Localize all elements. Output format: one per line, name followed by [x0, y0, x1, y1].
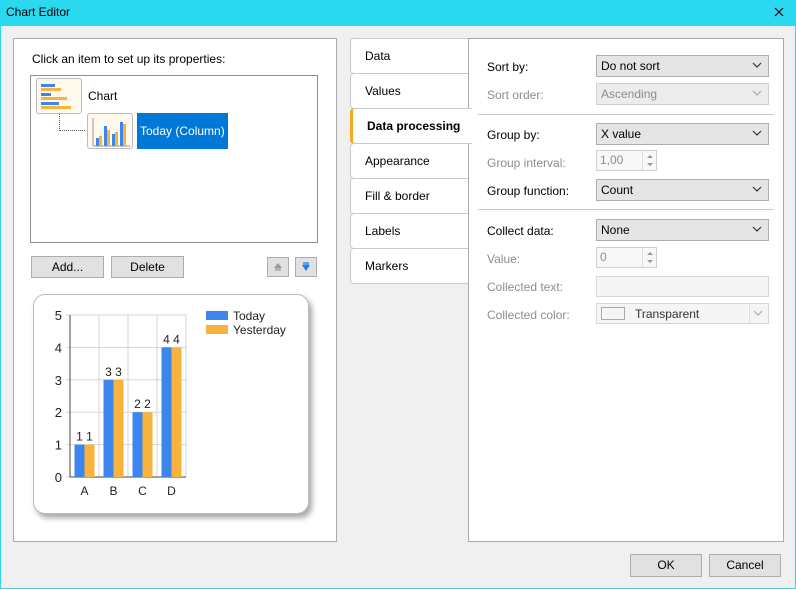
collect-data-label: Collect data: [487, 224, 554, 238]
move-down-button[interactable] [295, 257, 317, 277]
legend-label: Today [233, 309, 265, 323]
chevron-down-icon [752, 130, 762, 136]
separator [478, 209, 774, 210]
legend-label: Yesterday [233, 323, 286, 337]
chevron-down-icon [752, 90, 762, 96]
sort-order-label: Sort order: [487, 88, 544, 102]
spinner-arrows[interactable] [642, 151, 656, 170]
chevron-down-icon [752, 186, 762, 192]
chart-thumbnail-icon [36, 78, 82, 114]
data-label: 3 [115, 365, 122, 379]
spin-arrows-icon [647, 155, 653, 166]
y-tick-label: 5 [55, 308, 62, 323]
tab-data[interactable]: Data [350, 38, 470, 74]
group-by-label: Group by: [487, 128, 540, 142]
tab-fill-border[interactable]: Fill & border [350, 178, 470, 214]
ok-button[interactable]: OK [630, 554, 702, 577]
data-label: 4 [163, 332, 170, 346]
y-tick-label: 2 [55, 405, 62, 420]
add-button[interactable]: Add... [31, 256, 104, 278]
tab-markers[interactable]: Markers [350, 248, 470, 284]
move-up-button[interactable] [267, 257, 289, 277]
group-by-select[interactable]: X value [596, 123, 769, 145]
close-button[interactable] [762, 0, 796, 26]
move-down-icon [302, 262, 310, 271]
group-interval-value: 1,00 [600, 153, 624, 167]
collected-text-input[interactable] [596, 276, 769, 297]
x-tick-label: C [138, 484, 147, 498]
bar [84, 444, 95, 477]
tab-data-processing[interactable]: Data processing [350, 108, 472, 144]
separator [478, 114, 774, 115]
sort-order-value: Ascending [601, 87, 658, 101]
y-tick-label: 0 [55, 470, 62, 485]
chevron-down-icon [752, 226, 762, 232]
window-title: Chart Editor [6, 5, 71, 19]
bar [142, 412, 153, 477]
spin-arrows-icon [647, 252, 653, 263]
group-function-label: Group function: [487, 184, 570, 198]
group-function-select[interactable]: Count [596, 179, 769, 201]
bar [161, 347, 172, 477]
y-tick-label: 3 [55, 373, 62, 388]
title-bar: Chart Editor [0, 0, 796, 26]
data-label: 3 [105, 365, 112, 379]
data-label: 2 [134, 397, 141, 411]
spinner-arrows[interactable] [642, 248, 656, 267]
chevron-down-icon [752, 62, 762, 68]
tree-item-chart[interactable]: Chart [88, 89, 117, 103]
tab-values[interactable]: Values [350, 73, 470, 109]
y-tick-label: 1 [55, 438, 62, 453]
close-icon [774, 7, 784, 17]
sort-order-select[interactable]: Ascending [596, 83, 769, 105]
delete-button[interactable]: Delete [111, 256, 184, 278]
collect-data-select[interactable]: None [596, 219, 769, 241]
bar [132, 412, 143, 477]
collect-data-value: None [601, 223, 630, 237]
data-label: 2 [144, 397, 151, 411]
tab-appearance[interactable]: Appearance [350, 143, 470, 179]
legend-swatch [206, 325, 228, 334]
tree-connector [59, 114, 85, 131]
tab-labels[interactable]: Labels [350, 213, 470, 249]
sort-by-label: Sort by: [487, 60, 529, 74]
collected-text-label: Collected text: [487, 280, 564, 294]
dropdown-divider [749, 304, 750, 323]
sort-by-value: Do not sort [601, 59, 660, 73]
data-label: 1 [86, 430, 93, 444]
value-value: 0 [600, 250, 607, 264]
hint-text: Click an item to set up its properties: [32, 52, 226, 66]
collected-color-value: Transparent [635, 307, 700, 321]
chart-preview-plot: 0123451 1A3 3B2 2C4 4DTodayYesterday [55, 308, 286, 498]
data-label: 1 [76, 430, 83, 444]
sort-by-select[interactable]: Do not sort [596, 55, 769, 77]
move-up-icon [274, 263, 282, 271]
value-label: Value: [487, 252, 521, 266]
bar [103, 379, 114, 477]
group-interval-label: Group interval: [487, 156, 566, 170]
chart-items-tree[interactable]: Chart Today (Column) [30, 75, 318, 243]
bar [113, 379, 124, 477]
collected-color-label: Collected color: [487, 308, 570, 322]
x-tick-label: B [109, 484, 117, 498]
collected-color-picker[interactable]: Transparent [596, 303, 769, 324]
value-spinner[interactable]: 0 [596, 247, 657, 268]
cancel-button[interactable]: Cancel [709, 554, 781, 577]
data-label: 4 [173, 332, 180, 346]
color-swatch [601, 307, 625, 320]
group-interval-spinner[interactable]: 1,00 [596, 150, 657, 171]
group-by-value: X value [601, 127, 642, 141]
x-tick-label: A [80, 484, 88, 498]
chart-preview: 0 1 2 3 4 5 1 1 A 3 3 B 2 2 C 4 4 D Today Yesterday [33, 294, 309, 514]
x-tick-label: D [167, 484, 176, 498]
column-series-thumbnail-icon [87, 113, 133, 149]
legend-swatch [206, 311, 228, 320]
chevron-down-icon [753, 310, 763, 316]
bar [171, 347, 182, 477]
group-function-value: Count [601, 183, 634, 197]
tree-item-today-column[interactable]: Today (Column) [137, 113, 228, 149]
bar [74, 444, 85, 477]
y-tick-label: 4 [55, 340, 62, 355]
